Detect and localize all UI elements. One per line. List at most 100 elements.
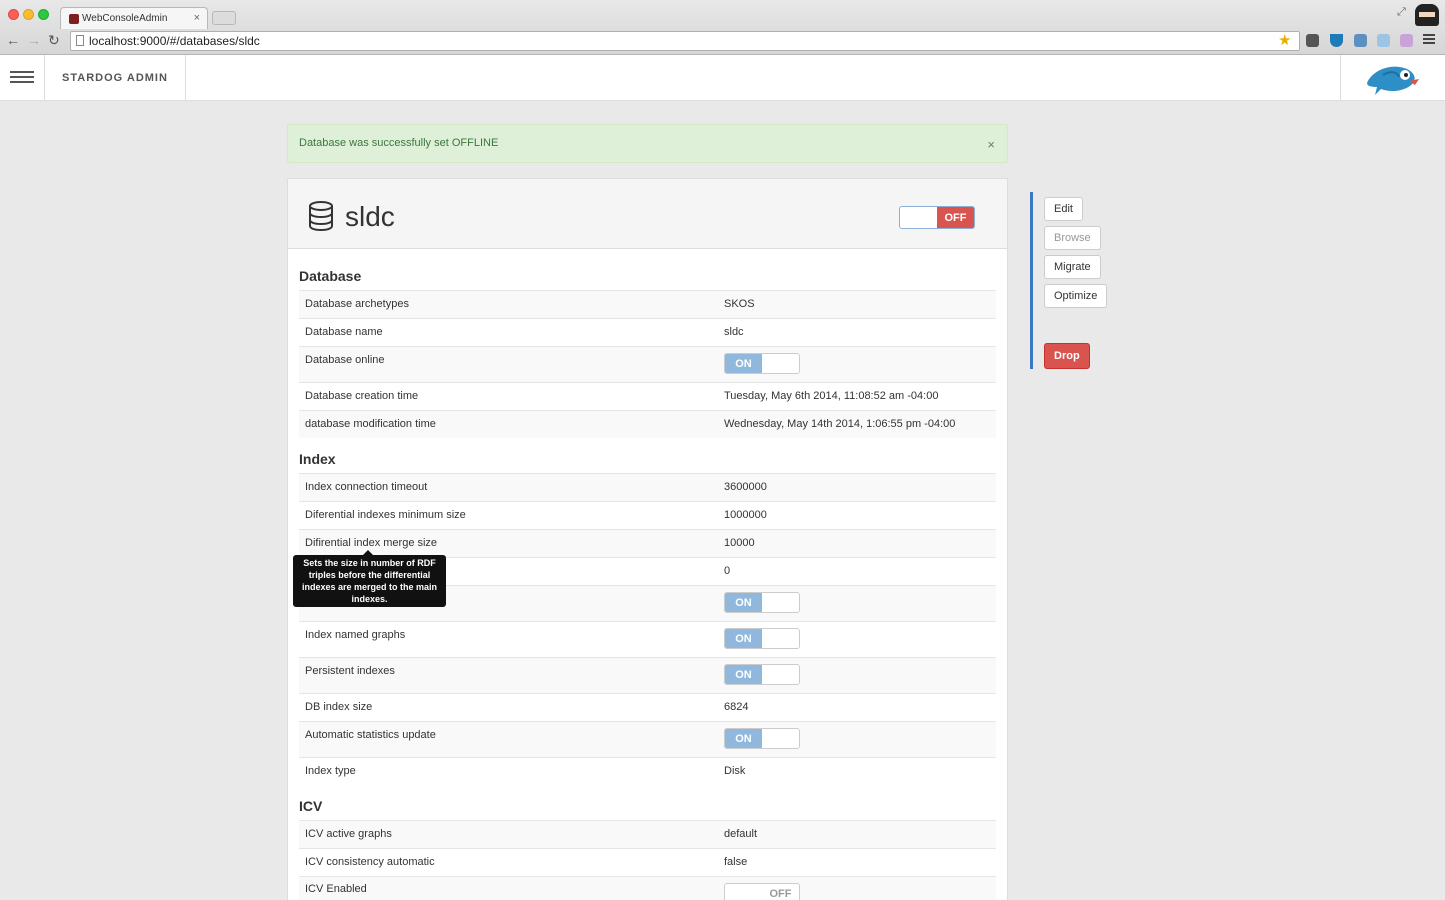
browser-chrome: WebConsoleAdmin × ⤢ ← → ↻ localhost:9000…	[0, 0, 1445, 55]
page-icon	[76, 35, 84, 46]
toggle-on-label: ON	[725, 629, 762, 648]
property-value: 1000000	[718, 501, 996, 530]
icv-enabled-switch[interactable]: OFF	[724, 883, 800, 900]
property-label: Automatic statistics update	[299, 721, 718, 758]
property-label: Database creation time	[299, 382, 718, 411]
close-window-button[interactable]	[8, 9, 19, 20]
app-brand[interactable]: STARDOG ADMIN	[45, 55, 186, 101]
index-properties-table: Index connection timeout 3600000 Diferen…	[299, 473, 996, 785]
favicon-icon	[69, 13, 79, 24]
property-label: Database online	[299, 346, 718, 383]
toggle-on-label: ON	[725, 593, 762, 612]
url-text: localhost:9000/#/databases/sldc	[89, 34, 260, 48]
property-label: Difirential index merge size	[299, 529, 718, 558]
table-row: ICV consistency automatic false	[299, 848, 996, 877]
property-label: Diferential indexes minimum size	[299, 501, 718, 530]
table-row: Diferential indexes minimum size 1000000	[299, 501, 996, 530]
hamburger-menu-icon[interactable]	[0, 55, 45, 101]
forward-icon[interactable]: →	[27, 32, 41, 48]
tab-title: WebConsoleAdmin	[82, 13, 168, 24]
section-title-icv: ICV	[299, 798, 323, 814]
new-tab-button[interactable]	[212, 11, 236, 25]
toggle-on-label: ON	[725, 729, 762, 748]
toggle-off-label: OFF	[762, 884, 799, 900]
automatic-statistics-switch[interactable]: ON	[724, 728, 800, 749]
icv-properties-table: ICV active graphs default ICV consistenc…	[299, 820, 996, 900]
vimeo-extension-icon[interactable]	[1330, 34, 1343, 47]
property-value: 3600000	[718, 473, 996, 502]
address-bar[interactable]: localhost:9000/#/databases/sldc	[70, 31, 1300, 51]
table-row: Database archetypes SKOS	[299, 290, 996, 319]
screen-extension-icon[interactable]	[1377, 34, 1390, 47]
tab-close-icon[interactable]: ×	[194, 12, 200, 24]
table-row: Index named graphs ON	[299, 621, 996, 658]
property-value: SKOS	[718, 290, 996, 319]
table-row: DB index size 6824	[299, 693, 996, 722]
property-value: Tuesday, May 6th 2014, 11:08:52 am -04:0…	[718, 382, 996, 411]
optimize-button[interactable]: Optimize	[1044, 284, 1108, 308]
migrate-button[interactable]: Migrate	[1044, 255, 1101, 279]
property-label: database modification time	[299, 410, 718, 438]
panel-header: sldc OFF	[288, 179, 1007, 249]
property-value: 10000	[718, 529, 996, 558]
section-title-index: Index	[299, 451, 336, 467]
section-title-database: Database	[299, 268, 362, 284]
profile-avatar-icon[interactable]	[1415, 4, 1439, 26]
browse-button[interactable]: Browse	[1044, 226, 1101, 250]
minimize-window-button[interactable]	[23, 9, 34, 20]
alert-close-icon[interactable]: ×	[987, 137, 995, 152]
property-switch[interactable]: ON	[724, 592, 800, 613]
table-row: Database online ON	[299, 346, 996, 383]
property-value: sldc	[718, 318, 996, 347]
reload-icon[interactable]: ↻	[48, 32, 60, 49]
edit-button[interactable]: Edit	[1044, 197, 1083, 221]
success-alert: Database was successfully set OFFLINE ×	[287, 124, 1008, 163]
table-row: Database creation time Tuesday, May 6th …	[299, 382, 996, 411]
property-label: Index type	[299, 757, 718, 785]
scissors-extension-icon[interactable]	[1400, 34, 1413, 47]
alert-message: Database was successfully set OFFLINE	[299, 137, 499, 149]
database-icon	[309, 201, 333, 231]
property-label: DB index size	[299, 693, 718, 722]
persistent-indexes-switch[interactable]: ON	[724, 664, 800, 685]
property-value: 6824	[718, 693, 996, 722]
table-row: Index connection timeout 3600000	[299, 473, 996, 502]
table-row: ICV Enabled OFF	[299, 876, 996, 900]
app-header: STARDOG ADMIN	[0, 55, 1445, 101]
tools-extension-icon[interactable]	[1354, 34, 1367, 47]
database-online-switch[interactable]: ON	[724, 353, 800, 374]
property-label: Database archetypes	[299, 290, 718, 319]
table-row: Database name sldc	[299, 318, 996, 347]
browser-tab[interactable]: WebConsoleAdmin ×	[60, 7, 208, 29]
fullscreen-icon[interactable]: ⤢	[1397, 6, 1406, 19]
pocket-icon[interactable]	[1306, 34, 1319, 47]
property-label: Database name	[299, 318, 718, 347]
table-row: Automatic statistics update ON	[299, 721, 996, 758]
property-value: default	[718, 820, 996, 849]
actions-divider	[1030, 192, 1033, 369]
bookmark-star-icon[interactable]: ★	[1278, 31, 1291, 49]
index-named-graphs-switch[interactable]: ON	[724, 628, 800, 649]
toggle-on-label: ON	[725, 354, 762, 373]
back-icon[interactable]: ←	[6, 32, 20, 48]
database-panel: sldc OFF Database Database archetypes SK…	[287, 178, 1008, 900]
toggle-on-label: ON	[725, 665, 762, 684]
table-row: ICV active graphs default	[299, 820, 996, 849]
drop-button[interactable]: Drop	[1044, 343, 1090, 369]
logo-container	[1340, 55, 1445, 101]
property-label: Index connection timeout	[299, 473, 718, 502]
table-row: Persistent indexes ON	[299, 657, 996, 694]
property-label: Index named graphs	[299, 621, 718, 658]
database-online-toggle[interactable]: OFF	[899, 206, 975, 229]
stardog-logo-icon	[1367, 66, 1419, 95]
table-row: Index type Disk	[299, 757, 996, 785]
maximize-window-button[interactable]	[38, 9, 49, 20]
table-row: Difirential index merge size 10000	[299, 529, 996, 558]
property-value: false	[718, 848, 996, 877]
toggle-off-label: OFF	[937, 207, 974, 228]
browser-menu-icon[interactable]	[1423, 34, 1435, 46]
table-row: database modification time Wednesday, Ma…	[299, 410, 996, 438]
database-properties-table: Database archetypes SKOS Database name s…	[299, 290, 996, 438]
property-value: Wednesday, May 14th 2014, 1:06:55 pm -04…	[718, 410, 996, 438]
database-title: sldc	[345, 201, 395, 232]
